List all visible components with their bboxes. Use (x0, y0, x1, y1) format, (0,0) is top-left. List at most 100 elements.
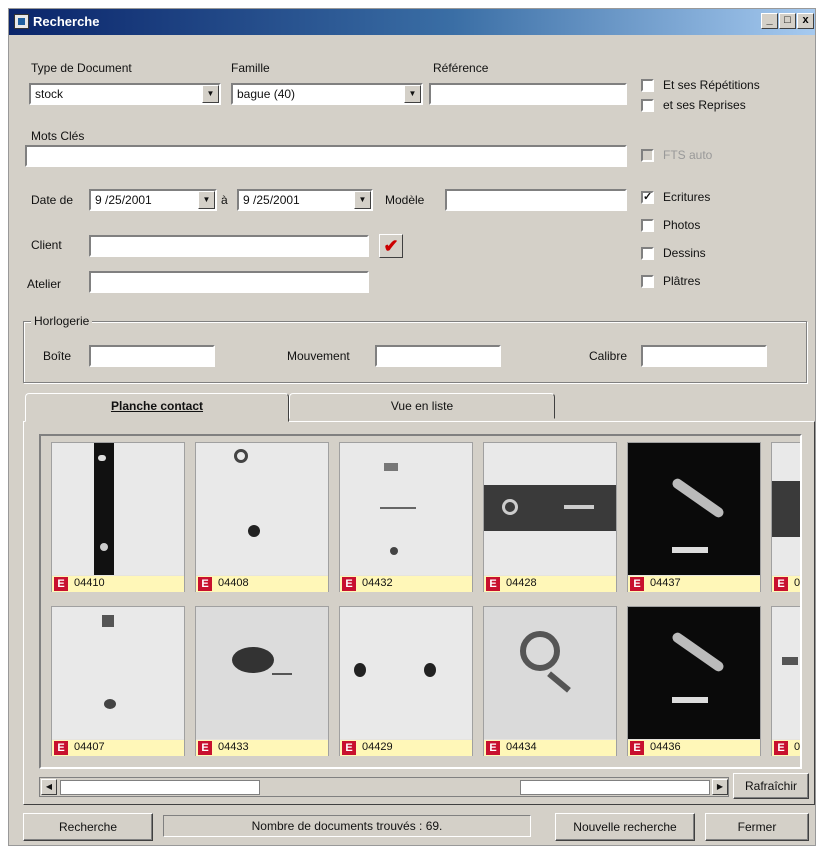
date-de-label: Date de (31, 193, 74, 207)
thumbnail-code: 0 (794, 577, 801, 589)
thumbnail-card[interactable]: E 04433 (195, 606, 329, 756)
thumbnail-image (52, 607, 184, 739)
thumbnail-image (484, 607, 616, 739)
repetitions-label: Et ses Répétitions (663, 78, 760, 92)
thumbnail-card[interactable]: E 04410 (51, 442, 185, 592)
tab-vue-en-liste[interactable]: Vue en liste (289, 393, 555, 419)
platres-checkbox[interactable] (641, 275, 654, 288)
thumbnail-card[interactable]: E 04428 (483, 442, 617, 592)
reprises-checkbox[interactable] (641, 99, 654, 112)
scroll-left-icon[interactable]: ◀ (41, 779, 57, 795)
e-badge: E (198, 741, 212, 755)
fts-auto-checkbox[interactable] (641, 149, 654, 162)
e-badge: E (774, 577, 788, 591)
mouvement-input[interactable] (375, 345, 501, 367)
e-badge: E (630, 577, 644, 591)
atelier-label: Atelier (27, 277, 62, 291)
mots-cles-input[interactable] (25, 145, 627, 167)
thumbnail-code: 04408 (218, 577, 249, 589)
minimize-button[interactable]: _ (761, 13, 778, 29)
photos-checkbox[interactable] (641, 219, 654, 232)
validate-client-icon[interactable]: ✔ (379, 234, 403, 258)
atelier-input[interactable] (89, 271, 369, 293)
date-de-picker[interactable]: 9 /25/2001 ▼ (89, 189, 217, 211)
repetitions-checkbox[interactable] (641, 79, 654, 92)
famille-value: bague (40) (237, 87, 296, 101)
thumbnail-image (628, 443, 760, 575)
boite-input[interactable] (89, 345, 215, 367)
thumbnail-card[interactable]: E 04437 (627, 442, 761, 592)
thumbnail-card[interactable]: E 04408 (195, 442, 329, 592)
thumbnail-card[interactable]: E 04432 (339, 442, 473, 592)
thumbnail-image (52, 443, 184, 575)
calibre-input[interactable] (641, 345, 767, 367)
platres-label: Plâtres (663, 274, 701, 288)
type-document-select[interactable]: stock ▼ (29, 83, 221, 105)
horizontal-scrollbar[interactable]: ◀ ▶ (39, 777, 729, 797)
thumbnail-code: 04407 (74, 741, 105, 753)
rafraichir-button[interactable]: Rafraîchir (733, 773, 809, 799)
mouvement-label: Mouvement (287, 349, 350, 363)
reference-label: Référence (433, 61, 489, 75)
dessins-checkbox[interactable] (641, 247, 654, 260)
famille-select[interactable]: bague (40) ▼ (231, 83, 423, 105)
dessins-label: Dessins (663, 246, 706, 260)
title-bar: Recherche _ □ x (9, 9, 815, 35)
ecritures-label: Ecritures (663, 190, 711, 204)
modele-input[interactable] (445, 189, 627, 211)
thumbnail-image (484, 443, 616, 575)
photos-label: Photos (663, 218, 701, 232)
thumbnail-card[interactable]: E 04407 (51, 606, 185, 756)
scroll-track-left[interactable] (60, 780, 260, 795)
thumbnail-image (340, 607, 472, 739)
thumbnail-code: 0 (794, 741, 801, 753)
e-badge: E (198, 577, 212, 591)
recherche-button[interactable]: Recherche (23, 813, 153, 841)
thumbnail-code: 04432 (362, 577, 393, 589)
mots-cles-label: Mots Clés (31, 129, 85, 143)
date-a-picker[interactable]: 9 /25/2001 ▼ (237, 189, 373, 211)
e-badge: E (342, 741, 356, 755)
e-badge: E (54, 577, 68, 591)
calibre-label: Calibre (589, 349, 628, 363)
client-input[interactable] (89, 235, 369, 257)
thumbnail-image (772, 607, 800, 739)
thumbnail-card[interactable]: E 04429 (339, 606, 473, 756)
maximize-button[interactable]: □ (779, 13, 796, 29)
e-badge: E (486, 577, 500, 591)
chevron-down-icon[interactable]: ▼ (404, 85, 421, 103)
window-title: Recherche (33, 14, 100, 29)
thumbnail-code: 04434 (506, 741, 537, 753)
chevron-down-icon[interactable]: ▼ (198, 191, 215, 209)
thumbnail-code: 04433 (218, 741, 249, 753)
date-a-label: à (221, 193, 228, 207)
close-button[interactable]: x (797, 13, 814, 29)
thumbnail-card[interactable]: E0 (771, 442, 801, 592)
fermer-button[interactable]: Fermer (705, 813, 809, 841)
results-count-status: Nombre de documents trouvés : 69. (163, 815, 531, 837)
thumbnail-image (628, 607, 760, 739)
modele-label: Modèle (385, 193, 425, 207)
tab-planche-contact[interactable]: Planche contact (25, 393, 289, 422)
ecritures-checkbox[interactable]: ✓ (641, 191, 654, 204)
chevron-down-icon[interactable]: ▼ (202, 85, 219, 103)
date-de-value: 9 /25/2001 (95, 193, 152, 207)
thumbnail-card[interactable]: E 04434 (483, 606, 617, 756)
reprises-label: et ses Reprises (663, 98, 746, 112)
tab-planche-contact-label: Planche contact (110, 399, 204, 413)
boite-label: Boîte (43, 349, 72, 363)
reference-input[interactable] (429, 83, 627, 105)
e-badge: E (54, 741, 68, 755)
scroll-track-right[interactable] (520, 780, 710, 795)
chevron-down-icon[interactable]: ▼ (354, 191, 371, 209)
e-badge: E (630, 741, 644, 755)
thumbnail-grid: E 04410 E 04408 E 04432 E 04428 E 04437 … (39, 434, 802, 769)
thumbnail-card[interactable]: E 04436 (627, 606, 761, 756)
e-badge: E (486, 741, 500, 755)
scroll-right-icon[interactable]: ▶ (712, 779, 728, 795)
e-badge: E (774, 741, 788, 755)
thumbnail-card[interactable]: E0 (771, 606, 801, 756)
client-label: Client (31, 238, 62, 252)
nouvelle-recherche-button[interactable]: Nouvelle recherche (555, 813, 695, 841)
famille-label: Famille (231, 61, 270, 75)
